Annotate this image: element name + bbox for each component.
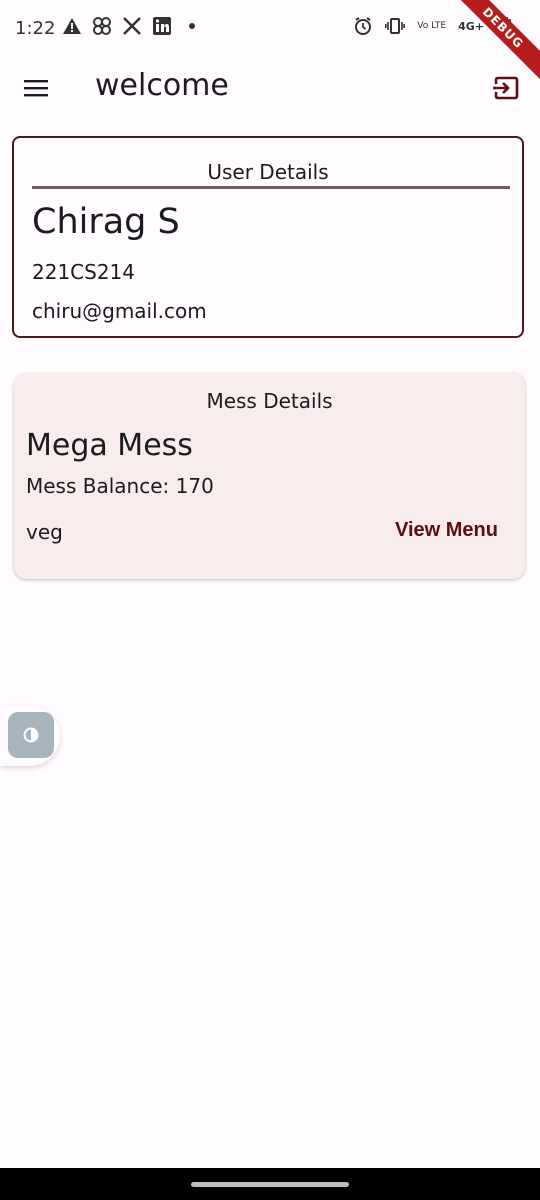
page-title: welcome (95, 68, 229, 103)
home-indicator[interactable] (191, 1182, 349, 1187)
x-logo-icon (122, 16, 142, 36)
volte-icon: Vo LTE (417, 20, 447, 31)
app-bar: welcome (0, 58, 540, 118)
network-4g-icon: 4G+ (458, 19, 484, 33)
theme-toggle-container (0, 706, 60, 766)
user-details-heading: User Details (207, 160, 329, 184)
status-bar: 1:22 Vo LTE 4G+ DEBUG (0, 0, 540, 89)
logout-button[interactable] (488, 70, 524, 106)
vibrate-icon (385, 16, 406, 36)
system-nav-bar (0, 1168, 540, 1200)
hamburger-menu-icon (24, 80, 48, 97)
mess-details-heading: Mess Details (206, 389, 333, 413)
status-time: 1:22 (15, 18, 56, 39)
divider (32, 186, 510, 189)
notification-icons (62, 16, 202, 36)
user-details-card: User Details Chirag S 221CS214 chiru@gma… (12, 136, 524, 338)
warning-icon (62, 16, 82, 36)
food-type: veg (26, 520, 63, 544)
linkedin-icon (152, 16, 172, 36)
mess-balance: Mess Balance: 170 (26, 474, 214, 498)
user-roll-number: 221CS214 (32, 260, 136, 284)
dot-icon (182, 16, 202, 36)
menu-button[interactable] (18, 70, 54, 106)
contrast-icon (23, 727, 39, 743)
theme-toggle-button[interactable] (8, 712, 54, 758)
user-name: Chirag S (32, 202, 180, 242)
view-menu-button[interactable]: View Menu (395, 519, 498, 542)
user-email: chiru@gmail.com (32, 299, 207, 323)
mess-name: Mega Mess (26, 428, 193, 463)
logout-icon (493, 76, 519, 100)
mess-details-card: Mess Details Mega Mess Mess Balance: 170… (14, 373, 525, 579)
pinwheel-icon (92, 16, 112, 36)
alarm-icon (353, 16, 373, 36)
